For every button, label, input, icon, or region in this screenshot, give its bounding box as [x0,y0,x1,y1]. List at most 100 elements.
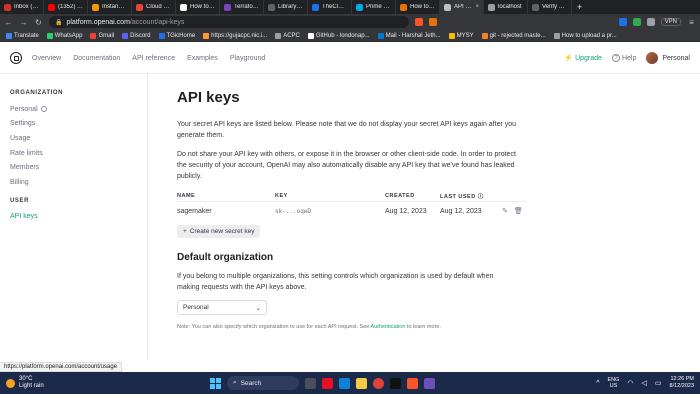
battery-icon[interactable]: ▭ [655,379,662,387]
bookmark-item[interactable]: git - rejected maste... [481,32,546,39]
brave-shield-icon[interactable] [415,18,423,26]
browser-tab[interactable]: Library Ge... [264,0,308,14]
language-indicator[interactable]: ENG US [607,377,619,389]
extensions-puzzle-icon[interactable] [646,18,655,26]
taskbar-search[interactable]: ⌕ Search [227,376,299,390]
bookmark-favicon-icon [481,32,488,39]
vpn-button[interactable]: VPN [660,18,681,26]
table-row: sagemaker sk-...oqwD Aug 12, 2023 Aug 12… [177,202,527,220]
upgrade-link[interactable]: ⚡ Upgrade [564,54,602,63]
tab-favicon-icon [356,3,363,11]
forward-icon[interactable]: → [19,18,28,27]
clock[interactable]: 12:26 PM 8/12/2023 [670,376,694,390]
browser-tab[interactable]: Verify you... [528,0,572,14]
wifi-icon[interactable]: ◠ [627,379,633,387]
avatar [646,52,659,64]
media-app-icon[interactable] [322,377,333,389]
authentication-link[interactable]: Authentication [371,324,406,330]
bookmark-item[interactable]: TGicHome [158,32,195,39]
browser-tab[interactable]: Inbox (11... [0,0,44,14]
extension-icon[interactable] [429,18,437,26]
brave-icon[interactable] [407,377,418,389]
weather-icon [6,378,15,388]
sidebar-item-api-keys[interactable]: API keys [10,210,137,225]
bookmark-item[interactable]: Translate [6,32,39,39]
browser-tab-strip: Inbox (11...(1352) Yo...InstancesCloud &… [0,0,700,14]
browser-tab[interactable]: How to bu... [396,0,440,14]
vscode-icon[interactable] [424,377,435,389]
info-icon[interactable]: ⓘ [478,194,484,200]
plus-icon: + [183,228,187,235]
nav-overview[interactable]: Overview [32,55,61,62]
menu-icon[interactable]: ≡ [687,18,696,27]
browser-tab[interactable]: Cloud & D... [132,0,176,14]
extension-icon[interactable] [618,18,627,26]
browser-tab[interactable]: API key× [440,0,484,14]
bookmark-item[interactable]: https://gujacpc.nic.i... [203,32,267,39]
bookmark-item[interactable]: Mail - Harshal Jeth... [377,32,441,39]
browser-tab[interactable]: How to p... [176,0,220,14]
browser-tab[interactable]: Terraform [220,0,264,14]
browser-tab[interactable]: localhost [484,0,528,14]
tab-favicon-icon [48,3,55,11]
create-secret-key-button[interactable]: + Create new secret key [177,225,261,238]
file-explorer-icon[interactable] [356,377,367,389]
nav-api-reference[interactable]: API reference [132,55,175,62]
nav-playground[interactable]: Playground [230,55,265,62]
info-icon[interactable] [40,106,47,113]
column-created: CREATED [385,192,415,199]
default-org-description: If you belong to multiple organizations,… [177,273,494,291]
sidebar-item-members[interactable]: Members [10,160,137,175]
weather-widget[interactable]: 30°C Light rain [6,376,44,390]
bookmark-item[interactable]: Gmail [90,32,114,39]
edit-icon[interactable]: ✎ [502,207,508,215]
column-last-used: LAST USED ⓘ [440,193,484,200]
browser-tab[interactable]: Instances [88,0,132,14]
speaker-icon[interactable]: ◁ [642,379,647,387]
browser-tab[interactable]: TheCloudC... [308,0,352,14]
browser-tab[interactable]: (1352) Yo... [44,0,88,14]
edge-icon[interactable] [339,377,350,389]
extension-icon[interactable] [632,18,641,26]
chevron-up-icon[interactable]: ^ [596,380,599,387]
bookmark-favicon-icon [553,32,560,39]
address-bar[interactable]: 🔒 platform.openai.com/account/api-keys [49,16,409,28]
nav-documentation[interactable]: Documentation [73,55,120,62]
help-link[interactable]: ? Help [611,54,636,62]
terminal-icon[interactable] [390,377,401,389]
sidebar-item-personal[interactable]: Personal [10,102,137,117]
bookmark-item[interactable]: MYSY [448,32,474,39]
bookmark-favicon-icon [122,32,129,39]
sidebar-item-billing[interactable]: Billing [10,175,137,190]
new-tab-icon[interactable]: + [572,2,587,12]
bookmark-item[interactable]: WhatsApp [46,32,82,39]
bookmark-item[interactable]: ACPC [275,32,300,39]
close-icon[interactable]: × [475,4,479,10]
task-view-icon[interactable] [305,377,316,389]
bookmark-favicon-icon [203,32,210,39]
windows-start-icon[interactable] [210,377,221,389]
tab-favicon-icon [312,3,319,11]
account-menu[interactable]: Personal [646,52,690,64]
bookmark-item[interactable]: GitHub - londonap... [307,32,370,39]
chrome-icon[interactable] [373,377,384,389]
openai-logo-icon[interactable] [10,52,22,64]
organization-select[interactable]: Personal ⌄ [177,300,267,315]
api-keys-table: NAME KEY CREATED LAST USED ⓘ sagemaker s… [177,190,527,220]
trash-icon[interactable]: 🗑 [514,207,523,215]
reload-icon[interactable]: ↻ [34,18,43,27]
sidebar-item-settings[interactable]: Settings [10,117,137,132]
bolt-icon: ⚡ [564,55,574,62]
lock-icon: 🔒 [55,19,63,26]
sidebar-item-usage[interactable]: Usage [10,131,137,146]
nav-examples[interactable]: Examples [187,55,218,62]
bookmark-favicon-icon [46,32,53,39]
tab-favicon-icon [92,3,99,11]
main-content: API keys Your secret API keys are listed… [177,74,527,330]
sidebar-item-rate-limits[interactable]: Rate limits [10,146,137,161]
bookmark-item[interactable]: Discord [122,32,151,39]
browser-tab[interactable]: Prime Vide... [352,0,396,14]
bookmark-favicon-icon [275,32,282,39]
back-icon[interactable]: ← [4,18,13,27]
bookmark-item[interactable]: How to upload a pr... [553,32,617,39]
